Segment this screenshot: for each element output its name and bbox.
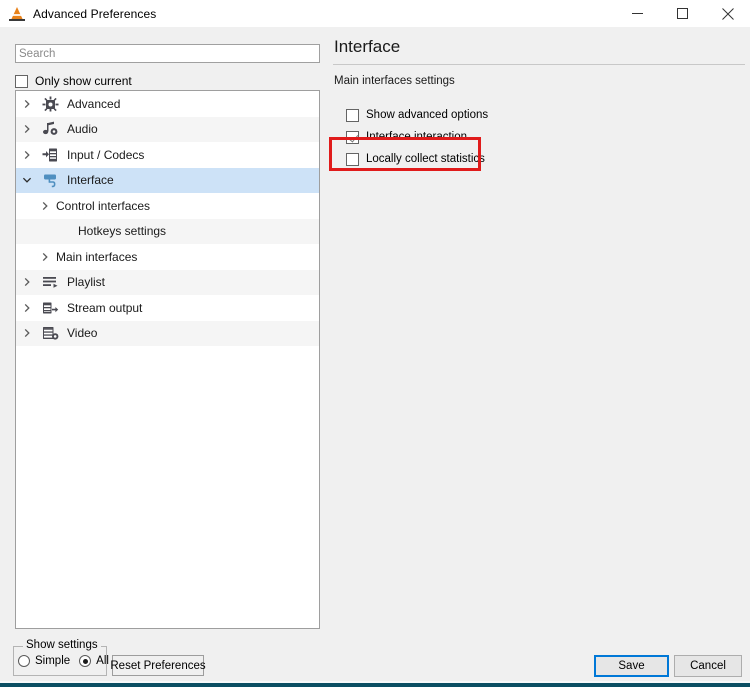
radio-simple[interactable]: [18, 655, 30, 667]
settings-tree[interactable]: Advanced Audio Input / Codecs Interface Cont…: [15, 90, 320, 629]
option-show-advanced-options[interactable]: Show advanced options: [346, 104, 745, 126]
tree-item-label: Playlist: [67, 275, 106, 290]
playlist-icon: [38, 273, 62, 291]
only-show-current-box[interactable]: [15, 74, 28, 88]
paint-roller-icon: [38, 171, 62, 189]
page-title: Interface: [334, 37, 401, 56]
tree-item-video[interactable]: Video: [16, 320, 319, 346]
title-bar: Advanced Preferences: [0, 0, 750, 27]
tree-item-label: Stream output: [67, 300, 143, 315]
option-interface-interaction[interactable]: Interface interaction: [346, 126, 745, 148]
chevron-right-icon[interactable]: [34, 201, 56, 211]
music-note-icon: [38, 120, 62, 138]
close-icon[interactable]: [705, 0, 750, 27]
option-locally-collect-statistics[interactable]: Locally collect statistics: [346, 148, 745, 170]
radio-all[interactable]: [79, 655, 92, 667]
tree-item-hotkeys-settings[interactable]: Hotkeys settings: [16, 218, 319, 244]
search-input[interactable]: [15, 44, 320, 63]
tree-item-audio[interactable]: Audio: [16, 116, 319, 142]
tree-item-label: Advanced: [67, 96, 121, 111]
minimize-icon[interactable]: [615, 0, 660, 27]
title-divider: [333, 64, 745, 65]
video-icon: [38, 324, 62, 342]
tree-rows: Advanced Audio Input / Codecs Interface Cont…: [16, 91, 319, 346]
chevron-right-icon[interactable]: [16, 277, 38, 287]
radio-simple-label: Simple: [35, 655, 71, 667]
tree-item-advanced[interactable]: Advanced: [16, 91, 319, 117]
tree-item-input-codecs[interactable]: Input / Codecs: [16, 142, 319, 168]
checkbox[interactable]: [346, 152, 359, 166]
options-list: Show advanced options Interface interacti…: [333, 104, 745, 170]
reset-preferences-button[interactable]: Reset Preferences: [110, 655, 206, 676]
tree-item-playlist[interactable]: Playlist: [16, 269, 319, 295]
left-pane: Only show current: [15, 44, 320, 88]
tree-item-label: Video: [67, 326, 98, 341]
chevron-right-icon[interactable]: [16, 328, 38, 338]
panel-subtitle: Main interfaces settings: [334, 75, 455, 87]
settings-panel: Interface Main interfaces settings Show …: [333, 36, 745, 170]
tree-item-control-interfaces[interactable]: Control interfaces: [16, 193, 319, 219]
tree-item-label: Control interfaces: [56, 198, 151, 213]
vlc-cone-icon: [9, 6, 25, 22]
film-input-icon: [38, 146, 62, 164]
tree-item-interface[interactable]: Interface: [16, 167, 319, 193]
gear-chip-icon: [38, 95, 62, 113]
checkbox[interactable]: [346, 108, 359, 122]
window-controls: [615, 0, 750, 27]
tree-item-label: Input / Codecs: [67, 147, 145, 162]
show-settings-legend: Show settings: [23, 639, 101, 651]
chevron-right-icon[interactable]: [16, 150, 38, 160]
radio-all-label: All: [96, 655, 109, 667]
chevron-right-icon[interactable]: [16, 124, 38, 134]
tree-item-stream-output[interactable]: Stream output: [16, 295, 319, 321]
tree-item-label: Audio: [67, 122, 98, 137]
tree-item-main-interfaces[interactable]: Main interfaces: [16, 244, 319, 270]
chevron-right-icon[interactable]: [16, 99, 38, 109]
window-title: Advanced Preferences: [33, 6, 157, 21]
cancel-button[interactable]: Cancel: [674, 655, 742, 677]
show-settings-group: Show settings Simple All: [13, 639, 109, 676]
tree-item-label: Interface: [67, 173, 114, 188]
only-show-current-checkbox[interactable]: Only show current: [15, 74, 320, 88]
stream-out-icon: [38, 299, 62, 317]
chevron-right-icon[interactable]: [16, 303, 38, 313]
save-button[interactable]: Save: [594, 655, 669, 677]
tree-item-label: Main interfaces: [56, 249, 138, 264]
chevron-down-icon[interactable]: [16, 175, 38, 185]
maximize-icon[interactable]: [660, 0, 705, 27]
only-show-current-label: Only show current: [35, 73, 132, 88]
checkbox[interactable]: [346, 130, 359, 144]
chevron-right-icon[interactable]: [34, 252, 56, 262]
option-label: Show advanced options: [366, 108, 489, 121]
option-label: Interface interaction: [366, 130, 468, 143]
option-label: Locally collect statistics: [366, 152, 485, 165]
tree-item-label: Hotkeys settings: [78, 224, 167, 239]
window-bottom-border: [0, 683, 750, 687]
